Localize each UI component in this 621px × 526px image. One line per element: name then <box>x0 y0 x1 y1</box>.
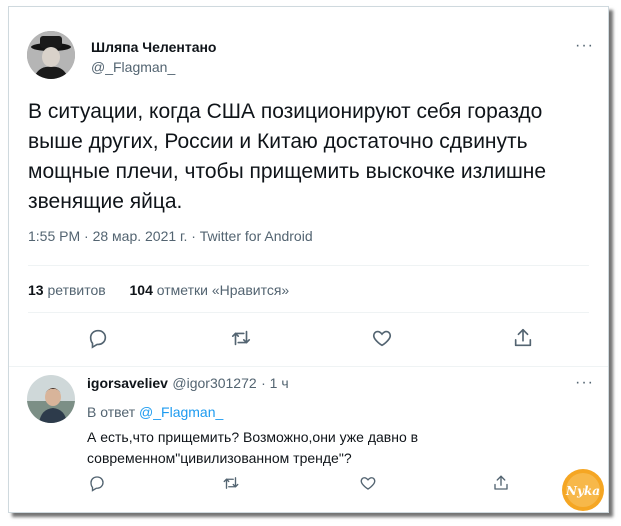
reply-reply-icon[interactable] <box>88 474 106 492</box>
author-handle[interactable]: @_Flagman_ <box>91 59 175 75</box>
reply-share-icon[interactable] <box>492 474 510 492</box>
likes-label: отметки «Нравится» <box>156 282 290 298</box>
author-avatar[interactable] <box>27 31 75 79</box>
watermark-text: Nyka <box>565 484 600 498</box>
reply-time[interactable]: · 1 ч <box>261 375 289 391</box>
tweet-timestamp[interactable]: 1:55 PM · 28 мар. 2021 г. · Twitter for … <box>28 228 313 244</box>
reply-to-label: В ответ <box>87 404 136 420</box>
reply-author-handle[interactable]: @igor301272 <box>172 375 256 391</box>
reply-author-avatar[interactable] <box>27 375 75 423</box>
reply-to-line: В ответ @_Flagman_ <box>87 404 223 420</box>
reply-text: А есть,что прищемить? Возможно,они уже д… <box>87 429 419 466</box>
likes-count: 104 <box>129 282 153 298</box>
reply-header: igorsaveliev @igor301272 · 1 ч <box>87 375 587 393</box>
tweet-text: В ситуации, когда США позиционируют себя… <box>28 100 547 213</box>
tweet-stats: 13 ретвитов 104 отметки «Нравится» <box>28 282 289 298</box>
reply-like-icon[interactable] <box>359 474 377 492</box>
reply-retweet-icon[interactable] <box>222 474 240 492</box>
share-icon[interactable] <box>512 327 534 349</box>
screenshot-frame: Шляпа Челентано @_Flagman_ ··· В ситуаци… <box>8 6 609 513</box>
divider <box>9 366 608 367</box>
like-icon[interactable] <box>371 327 393 349</box>
retweets-count: 13 <box>28 282 44 298</box>
reply-author-name[interactable]: igorsaveliev <box>87 375 168 391</box>
retweets-label: ретвитов <box>47 282 106 298</box>
divider <box>28 265 589 266</box>
likes-link[interactable]: 104 отметки «Нравится» <box>130 282 290 298</box>
author-name[interactable]: Шляпа Челентано <box>91 39 217 55</box>
reply-more-icon[interactable]: ··· <box>575 374 594 392</box>
reply-to-handle[interactable]: @_Flagman_ <box>139 404 223 420</box>
more-icon[interactable]: ··· <box>575 37 594 55</box>
reply-icon[interactable] <box>87 327 109 349</box>
watermark-logo: Nyka <box>561 468 605 512</box>
divider <box>28 312 589 313</box>
retweet-icon[interactable] <box>230 327 252 349</box>
retweets-link[interactable]: 13 ретвитов <box>28 282 106 298</box>
